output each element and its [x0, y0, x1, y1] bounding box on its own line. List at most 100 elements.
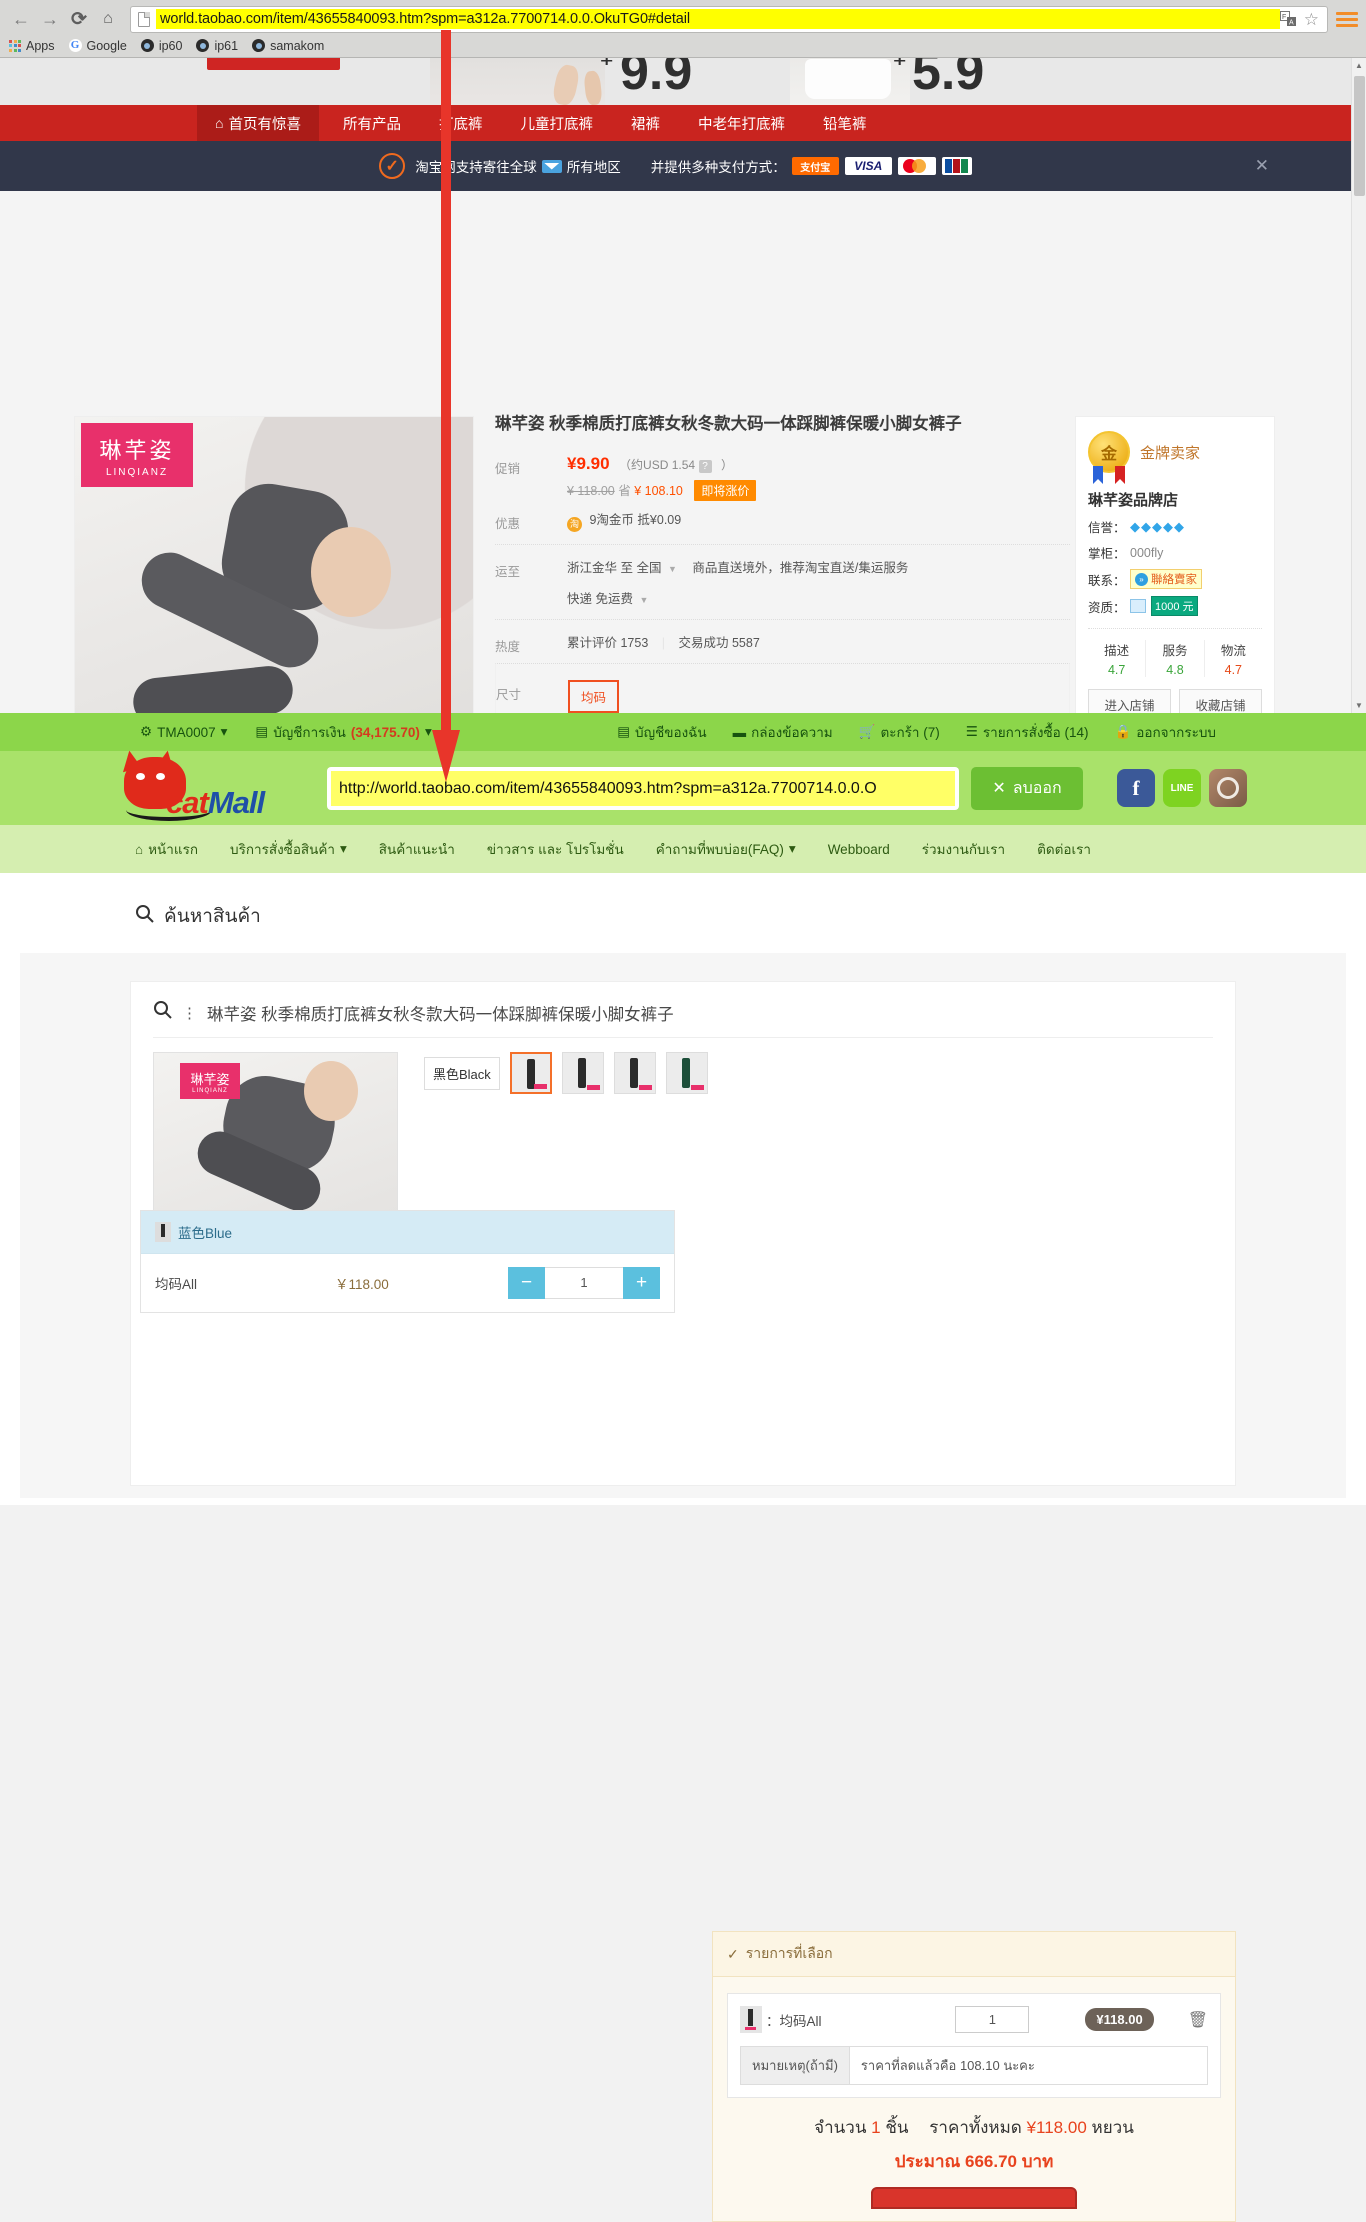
home-button[interactable]: ⌂ [95, 6, 121, 32]
note-input[interactable]: ราคาที่ลดแล้วคือ 108.10 นะคะ [850, 2047, 1207, 2084]
product-main-image[interactable]: 琳芊姿 LINQIANZ [74, 416, 474, 713]
account-menu[interactable]: ⚙ TMA0007 ▾ [140, 721, 227, 743]
bookmark-samakom[interactable]: samakom [252, 39, 324, 53]
contact-seller-button[interactable]: » 聯絡賣家 [1130, 569, 1202, 589]
nav-item-careers[interactable]: ร่วมงานกับเรา [922, 838, 1005, 860]
variant-quantity-stepper: − 1 + [508, 1267, 660, 1299]
address-bar[interactable]: world.taobao.com/item/43655840093.htm?sp… [130, 5, 1328, 33]
catmall-url-input[interactable]: http://world.taobao.com/item/43655840093… [331, 770, 955, 806]
chevron-down-icon[interactable]: ▼ [639, 595, 648, 605]
category-nav-item-skirtpants[interactable]: 裙裤 [631, 113, 660, 134]
reload-button[interactable]: ⟳ [66, 6, 92, 32]
scrollbar-thumb[interactable] [1354, 76, 1365, 196]
bookmark-label: Google [86, 38, 127, 53]
ad-button[interactable] [207, 58, 340, 70]
facebook-icon[interactable]: f [1117, 769, 1155, 807]
order-total-line: จำนวน 1 ชิ้น ราคาทั้งหมด ¥118.00 หยวน [727, 2114, 1221, 2141]
selected-items-body: ：均码All 1 ¥118.00 🗑 หมายเหตุ(ถ้ามี) ราคาท… [713, 1977, 1235, 2221]
finance-account-menu[interactable]: ▤ บัญชีการเงิน (34,175.70) ▾ [255, 721, 431, 743]
category-nav-item-leggings[interactable]: 打底裤 [439, 113, 483, 134]
enter-shop-button[interactable]: 进入店铺 [1088, 689, 1171, 713]
line-icon[interactable]: LINE [1163, 769, 1201, 807]
more-options-icon[interactable]: ⋮ [182, 1004, 197, 1022]
close-icon[interactable]: ✕ [1255, 156, 1269, 176]
selected-items-title: รายการที่เลือก [745, 1945, 833, 1961]
submit-order-button[interactable] [871, 2187, 1077, 2209]
nav-item-faq[interactable]: คำถามที่พบบ่อย(FAQ) ▾ [656, 838, 796, 860]
bookmark-apps[interactable]: Apps [9, 39, 55, 53]
help-badge-icon[interactable]: ? [698, 460, 712, 474]
bookmark-star-icon[interactable]: ☆ [1304, 11, 1319, 28]
orders-link[interactable]: ☰ รายการสั่งซื้อ (14) [966, 721, 1089, 743]
contact-seller-label: 聯絡賣家 [1151, 574, 1197, 586]
catmall-url-box[interactable]: http://world.taobao.com/item/43655840093… [327, 766, 959, 810]
messages-link[interactable]: ▬ กล่องข้อความ [733, 721, 833, 743]
selected-item-quantity-input[interactable]: 1 [955, 2006, 1030, 2033]
bookmark-ip61[interactable]: ip61 [196, 39, 238, 53]
visa-logo-icon: VISA [844, 157, 892, 175]
variant-increase-button[interactable]: + [623, 1267, 660, 1299]
trash-icon[interactable]: 🗑 [1188, 2010, 1208, 2030]
gear-icon: ⚙ [140, 724, 153, 739]
size-option[interactable]: 均码 [568, 680, 620, 713]
shop-name[interactable]: 琳芊姿品牌店 [1088, 489, 1262, 510]
result-product-title: 琳芊姿 秋季棉质打底裤女秋冬款大码一体踩脚裤保暖小脚女裤子 [207, 1005, 674, 1024]
instagram-icon[interactable] [1209, 769, 1247, 807]
contact-row: 联系： » 聯絡賣家 [1088, 569, 1262, 589]
review-count[interactable]: 累计评价 1753 [567, 636, 648, 650]
promo-value: ¥9.90 （约USD 1.54 ? ） ¥ 118.00 省 ¥ 108.10… [567, 454, 1070, 502]
owner-label: 掌柜： [1088, 547, 1126, 561]
nav-item-recommended[interactable]: สินค้าแนะนำ [379, 838, 455, 860]
category-nav-item-all[interactable]: 所有产品 [343, 113, 401, 134]
result-product-image[interactable]: 琳芊姿 LINQIANZ [153, 1052, 398, 1232]
category-nav-item-kids[interactable]: 儿童打底裤 [520, 113, 593, 134]
scroll-down-icon[interactable]: ▼ [1352, 698, 1366, 713]
search-heading: ค้นหาสินค้า [135, 901, 1366, 931]
page-scrollbar[interactable]: ▲ ▼ [1351, 58, 1366, 713]
catmall-logo[interactable]: catMall [110, 748, 285, 825]
logout-link[interactable]: 🔒 ออกจากระบบ [1114, 721, 1216, 743]
address-bar-url[interactable]: world.taobao.com/item/43655840093.htm?sp… [156, 9, 1280, 29]
divider: | [661, 636, 666, 651]
delete-url-button[interactable]: ✕ ลบออก [971, 766, 1083, 810]
nav-item-news[interactable]: ข่าวสาร และ โปรโมชั่น [487, 838, 624, 860]
bookmark-google[interactable]: G Google [68, 38, 127, 53]
scroll-up-icon[interactable]: ▲ [1352, 58, 1366, 73]
nav-item-contact[interactable]: ติดต่อเรา [1037, 838, 1091, 860]
variant-thumbnail[interactable] [665, 1052, 708, 1094]
search-icon [153, 1000, 172, 1025]
catmall-header: catMall http://world.taobao.com/item/436… [0, 748, 1366, 825]
category-nav-item-pencil[interactable]: 铅笔裤 [823, 113, 867, 134]
variant-decrease-button[interactable]: − [508, 1267, 545, 1299]
back-button[interactable]: ← [8, 6, 34, 32]
nav-item-webboard[interactable]: Webboard [828, 842, 890, 857]
forward-button[interactable]: → [37, 6, 63, 32]
credit-row: 信誉： ◆◆◆◆◆ [1088, 517, 1262, 536]
nav-item-home[interactable]: ⌂ หน้าแรก [135, 838, 198, 860]
bookmark-ip60[interactable]: ip60 [140, 38, 183, 53]
nav-item-order-service[interactable]: บริการสั่งซื้อสินค้า ▾ [230, 838, 347, 860]
variant-thumbnail[interactable] [613, 1052, 656, 1094]
cart-link[interactable]: 🛒 ตะกร้า (7) [859, 721, 940, 743]
variant-thumbnail[interactable] [561, 1052, 604, 1094]
variant-table-header: 蓝色Blue [141, 1211, 674, 1254]
my-account-link[interactable]: ▤ บัญชีของฉัน [617, 721, 706, 743]
coupon-label: 优惠 [495, 517, 521, 532]
bookmark-label: ip60 [158, 38, 183, 53]
sales-count: 交易成功 5587 [678, 636, 760, 651]
variant-thumbnail[interactable] [509, 1052, 552, 1094]
shipping-to[interactable]: 全国 [636, 561, 661, 575]
translate-icon[interactable]: FA [1279, 10, 1297, 28]
chrome-menu-button[interactable] [1336, 6, 1358, 32]
product-result-body: 琳芊姿 LINQIANZ 黑色Black [153, 1052, 1213, 1232]
category-nav-item-senior[interactable]: 中老年打底裤 [698, 113, 785, 134]
mastercard-logo-icon [897, 157, 936, 175]
shipping-method[interactable]: 快递 免运费 [567, 592, 633, 606]
category-nav-item-home[interactable]: ⌂ 首页有惊喜 [197, 105, 319, 141]
owner-value: 000fly [1130, 545, 1164, 560]
favorite-shop-button[interactable]: 收藏店铺 [1179, 689, 1262, 713]
chevron-down-icon[interactable]: ▼ [668, 564, 677, 574]
variant-quantity-input[interactable]: 1 [545, 1267, 623, 1299]
close-icon: ✕ [992, 780, 1006, 797]
qualification-row: 资质： 1000 元 [1088, 596, 1262, 616]
